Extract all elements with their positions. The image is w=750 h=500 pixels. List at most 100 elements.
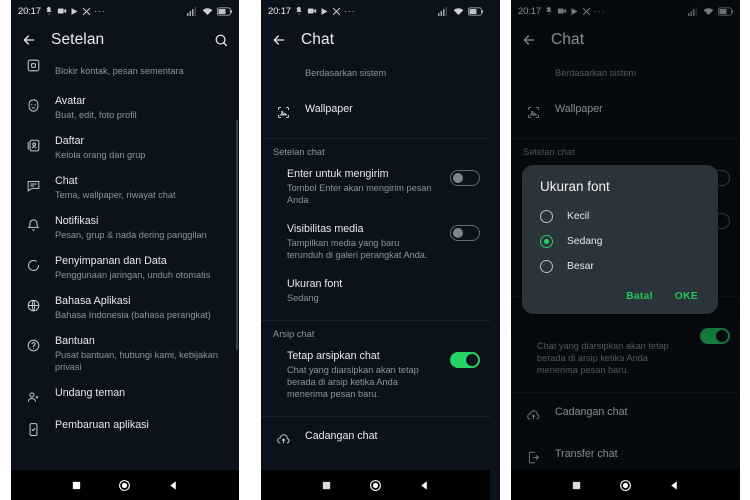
radio-option-besar[interactable]: Besar — [522, 254, 718, 279]
setting-font-size[interactable]: Ukuran font Sedang — [261, 268, 490, 316]
home-icon[interactable] — [619, 479, 632, 492]
sidebar-item-chat[interactable]: Chat Tema, wallpaper, riwayat chat — [11, 168, 239, 208]
list-item-title: Chat — [55, 175, 78, 187]
signal-icon — [187, 6, 198, 16]
sidebar-item-undang-teman[interactable]: Undang teman — [11, 380, 239, 412]
panel-gutter-right — [740, 0, 750, 500]
list-item-partial-theme[interactable]: Berdasarkan sistem — [261, 58, 490, 88]
radio-option-kecil[interactable]: Kecil — [522, 204, 718, 229]
toggle-keep-archived[interactable] — [450, 352, 480, 368]
list-item-chat-backup[interactable]: Cadangan chat — [261, 417, 490, 459]
status-bar-right — [438, 6, 483, 16]
cloud-upload-icon — [273, 429, 293, 447]
list-item-text: Blokir kontak, pesan sementara — [55, 58, 229, 77]
section-label-archive: Arsip chat — [273, 329, 315, 339]
back-icon[interactable] — [271, 32, 287, 48]
list-item-subtitle: Berdasarkan sistem — [305, 68, 387, 78]
panel-gutter-left — [500, 0, 511, 500]
list-item-text: Bantuan Pusat bantuan, hubungi kami, keb… — [55, 335, 229, 373]
list-item-text: Penyimpanan dan Data Penggunaan jaringan… — [55, 255, 229, 281]
status-overflow-icon: ··· — [343, 6, 356, 16]
x-icon — [82, 7, 91, 16]
list-item-title: Daftar — [55, 135, 85, 147]
wifi-icon — [202, 7, 213, 16]
list-item-wallpaper[interactable]: Wallpaper — [261, 88, 490, 134]
scrollbar[interactable] — [236, 120, 238, 350]
privacy-icon — [23, 58, 43, 77]
back-nav-icon[interactable] — [419, 480, 430, 491]
phone-panel-chat: 20:17 ··· Chat Berdasarkan sistem Wallpa… — [250, 0, 500, 500]
radio-icon[interactable] — [540, 210, 553, 223]
sidebar-item-avatar[interactable]: Avatar Buat, edit, foto profil — [11, 88, 239, 128]
ok-button[interactable]: OKE — [675, 291, 698, 302]
list-item-subtitle: Bahasa Indonesia (bahasa perangkat) — [55, 310, 211, 320]
sidebar-item-bantuan[interactable]: Bantuan Pusat bantuan, hubungi kami, keb… — [11, 328, 239, 380]
radio-option-sedang[interactable]: Sedang — [522, 229, 718, 254]
list-item-subtitle: Kelola orang dan grup — [55, 150, 146, 160]
screen-chat-dialog: 20:17 ··· Chat Berdasarkan sistem Wallpa… — [511, 0, 740, 500]
invite-icon — [23, 387, 43, 405]
list-item-text: Enter untuk mengirim Tombol Enter akan m… — [287, 168, 438, 206]
app-bar-settings: Setelan — [11, 22, 239, 58]
contacts-icon — [23, 135, 43, 153]
status-bar-right — [187, 6, 232, 16]
status-bar: 20:17 ··· — [261, 0, 490, 22]
search-icon[interactable] — [214, 33, 229, 48]
setting-title: Ukuran font — [287, 278, 343, 290]
recents-icon[interactable] — [571, 480, 582, 491]
list-item-title: Avatar — [55, 95, 86, 107]
list-item-title: Bahasa Aplikasi — [55, 295, 131, 307]
navigation-bar — [511, 470, 740, 500]
theme-icon — [273, 58, 293, 79]
recents-icon[interactable] — [321, 480, 332, 491]
cancel-button[interactable]: Batal — [626, 291, 653, 302]
toggle-media-visibility[interactable] — [450, 225, 480, 241]
setting-media-visibility[interactable]: Visibilitas media Tampilkan media yang b… — [261, 213, 490, 268]
bell-icon — [23, 215, 43, 233]
panel-gutter-left — [0, 0, 11, 500]
list-item-title: Pembaruan aplikasi — [55, 419, 149, 431]
list-item-subtitle: Blokir kontak, pesan sementara — [55, 66, 184, 76]
toggle-enter-to-send[interactable] — [450, 170, 480, 186]
back-nav-icon[interactable] — [168, 480, 179, 491]
setting-value: Sedang — [287, 293, 319, 303]
page-title: Setelan — [51, 31, 105, 48]
list-item-subtitle: Pesan, grup & nada dering panggilan — [55, 230, 207, 240]
radio-label: Kecil — [567, 211, 590, 222]
sidebar-item-penyimpanan[interactable]: Penyimpanan dan Data Penggunaan jaringan… — [11, 248, 239, 288]
sidebar-item-daftar[interactable]: Daftar Kelola orang dan grup — [11, 128, 239, 168]
app-bar-chat: Chat — [261, 22, 490, 58]
mute-icon — [44, 6, 54, 16]
sidebar-item-pembaruan-aplikasi[interactable]: Pembaruan aplikasi — [11, 412, 239, 444]
list-item-title: Bantuan — [55, 335, 95, 347]
list-item-title: Wallpaper — [305, 103, 353, 115]
x-icon — [332, 7, 341, 16]
play-icon — [70, 7, 79, 16]
home-icon[interactable] — [369, 479, 382, 492]
home-icon[interactable] — [118, 479, 131, 492]
radio-icon-selected[interactable] — [540, 235, 553, 248]
back-icon[interactable] — [21, 32, 37, 48]
list-item-text: Pembaruan aplikasi — [55, 419, 229, 432]
wifi-icon — [453, 7, 464, 16]
setting-title: Enter untuk mengirim — [287, 168, 389, 180]
app-update-icon — [23, 419, 43, 437]
back-nav-icon[interactable] — [669, 480, 680, 491]
mute-icon — [294, 6, 304, 16]
sidebar-item-notifikasi[interactable]: Notifikasi Pesan, grup & nada dering pan… — [11, 208, 239, 248]
setting-enter-to-send[interactable]: Enter untuk mengirim Tombol Enter akan m… — [261, 161, 490, 213]
status-bar-left: 20:17 ··· — [18, 6, 106, 17]
radio-icon[interactable] — [540, 260, 553, 273]
dialog-actions: Batal OKE — [522, 279, 718, 306]
list-item-partial-privacy[interactable]: Blokir kontak, pesan sementara — [11, 58, 239, 88]
navigation-bar — [11, 470, 239, 500]
sidebar-item-bahasa[interactable]: Bahasa Aplikasi Bahasa Indonesia (bahasa… — [11, 288, 239, 328]
recents-icon[interactable] — [71, 480, 82, 491]
chat-icon — [23, 175, 43, 193]
list-item-text: Chat Tema, wallpaper, riwayat chat — [55, 175, 229, 201]
video-icon — [57, 6, 67, 16]
navigation-bar — [261, 470, 490, 500]
setting-keep-archived[interactable]: Tetap arsipkan chat Chat yang diarsipkan… — [261, 343, 490, 412]
list-item-text: Bahasa Aplikasi Bahasa Indonesia (bahasa… — [55, 295, 229, 321]
toggle-wrap — [450, 223, 480, 241]
